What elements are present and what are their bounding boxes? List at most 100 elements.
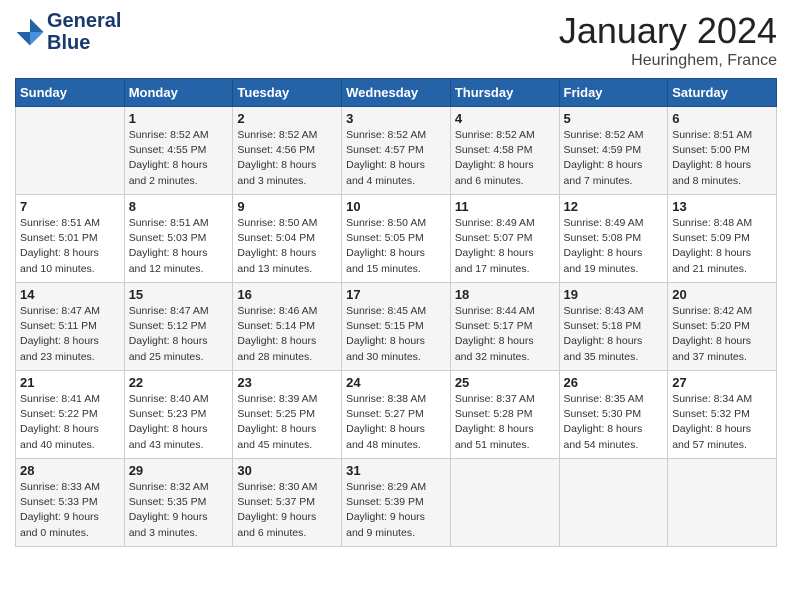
day-info: Sunrise: 8:47 AM Sunset: 5:12 PM Dayligh… xyxy=(129,304,229,365)
calendar-cell: 26 Sunrise: 8:35 AM Sunset: 5:30 PM Dayli… xyxy=(559,371,668,459)
calendar-cell xyxy=(16,107,125,195)
calendar-week-row: 28Sunrise: 8:33 AM Sunset: 5:33 PM Dayli… xyxy=(16,459,777,547)
day-number: 13 xyxy=(672,199,772,214)
calendar-cell: 17 Sunrise: 8:45 AM Sunset: 5:15 PM Dayli… xyxy=(342,283,451,371)
calendar-cell xyxy=(559,459,668,547)
day-info: Sunrise: 8:49 AM Sunset: 5:08 PM Dayligh… xyxy=(564,216,664,277)
day-info: Sunrise: 8:43 AM Sunset: 5:18 PM Dayligh… xyxy=(564,304,664,365)
calendar-cell: 5 Sunrise: 8:52 AM Sunset: 4:59 PM Daylig… xyxy=(559,107,668,195)
day-number: 2 xyxy=(237,111,337,126)
calendar-week-row: 1 Sunrise: 8:52 AM Sunset: 4:55 PM Daylig… xyxy=(16,107,777,195)
calendar-cell: 7Sunrise: 8:51 AM Sunset: 5:01 PM Daylig… xyxy=(16,195,125,283)
day-number: 14 xyxy=(20,287,120,302)
day-number: 22 xyxy=(129,375,229,390)
day-info: Sunrise: 8:48 AM Sunset: 5:09 PM Dayligh… xyxy=(672,216,772,277)
calendar-cell: 4 Sunrise: 8:52 AM Sunset: 4:58 PM Daylig… xyxy=(450,107,559,195)
day-info: Sunrise: 8:29 AM Sunset: 5:39 PM Dayligh… xyxy=(346,480,446,541)
day-number: 19 xyxy=(564,287,664,302)
logo-text: General Blue xyxy=(47,10,121,54)
day-number: 26 xyxy=(564,375,664,390)
day-number: 15 xyxy=(129,287,229,302)
day-number: 8 xyxy=(129,199,229,214)
day-number: 6 xyxy=(672,111,772,126)
calendar-cell: 31 Sunrise: 8:29 AM Sunset: 5:39 PM Dayli… xyxy=(342,459,451,547)
day-info: Sunrise: 8:38 AM Sunset: 5:27 PM Dayligh… xyxy=(346,392,446,453)
day-info: Sunrise: 8:44 AM Sunset: 5:17 PM Dayligh… xyxy=(455,304,555,365)
calendar-cell: 6Sunrise: 8:51 AM Sunset: 5:00 PM Daylig… xyxy=(668,107,777,195)
day-number: 20 xyxy=(672,287,772,302)
calendar-cell: 18 Sunrise: 8:44 AM Sunset: 5:17 PM Dayli… xyxy=(450,283,559,371)
month-title: January 2024 xyxy=(559,10,777,52)
day-info: Sunrise: 8:51 AM Sunset: 5:01 PM Dayligh… xyxy=(20,216,120,277)
calendar-week-row: 14 Sunrise: 8:47 AM Sunset: 5:11 PM Dayli… xyxy=(16,283,777,371)
day-number: 4 xyxy=(455,111,555,126)
day-info: Sunrise: 8:52 AM Sunset: 4:58 PM Dayligh… xyxy=(455,128,555,189)
day-info: Sunrise: 8:42 AM Sunset: 5:20 PM Dayligh… xyxy=(672,304,772,365)
calendar-cell: 24 Sunrise: 8:38 AM Sunset: 5:27 PM Dayli… xyxy=(342,371,451,459)
col-header-sunday: Sunday xyxy=(16,79,125,107)
day-info: Sunrise: 8:52 AM Sunset: 4:59 PM Dayligh… xyxy=(564,128,664,189)
day-number: 12 xyxy=(564,199,664,214)
calendar-cell: 19 Sunrise: 8:43 AM Sunset: 5:18 PM Dayli… xyxy=(559,283,668,371)
col-header-monday: Monday xyxy=(124,79,233,107)
calendar-cell: 12 Sunrise: 8:49 AM Sunset: 5:08 PM Dayli… xyxy=(559,195,668,283)
header: General Blue January 2024 Heuringhem, Fr… xyxy=(15,10,777,70)
day-info: Sunrise: 8:46 AM Sunset: 5:14 PM Dayligh… xyxy=(237,304,337,365)
day-info: Sunrise: 8:35 AM Sunset: 5:30 PM Dayligh… xyxy=(564,392,664,453)
calendar-cell: 28Sunrise: 8:33 AM Sunset: 5:33 PM Dayli… xyxy=(16,459,125,547)
calendar-cell: 30Sunrise: 8:30 AM Sunset: 5:37 PM Dayli… xyxy=(233,459,342,547)
day-number: 3 xyxy=(346,111,446,126)
calendar-cell: 1 Sunrise: 8:52 AM Sunset: 4:55 PM Daylig… xyxy=(124,107,233,195)
day-number: 23 xyxy=(237,375,337,390)
day-info: Sunrise: 8:32 AM Sunset: 5:35 PM Dayligh… xyxy=(129,480,229,541)
calendar-cell: 21Sunrise: 8:41 AM Sunset: 5:22 PM Dayli… xyxy=(16,371,125,459)
col-header-saturday: Saturday xyxy=(668,79,777,107)
day-info: Sunrise: 8:50 AM Sunset: 5:05 PM Dayligh… xyxy=(346,216,446,277)
day-number: 9 xyxy=(237,199,337,214)
day-number: 29 xyxy=(129,463,229,478)
day-info: Sunrise: 8:40 AM Sunset: 5:23 PM Dayligh… xyxy=(129,392,229,453)
calendar-cell: 22 Sunrise: 8:40 AM Sunset: 5:23 PM Dayli… xyxy=(124,371,233,459)
calendar-cell: 10 Sunrise: 8:50 AM Sunset: 5:05 PM Dayli… xyxy=(342,195,451,283)
day-info: Sunrise: 8:51 AM Sunset: 5:03 PM Dayligh… xyxy=(129,216,229,277)
day-info: Sunrise: 8:47 AM Sunset: 5:11 PM Dayligh… xyxy=(20,304,120,365)
day-info: Sunrise: 8:52 AM Sunset: 4:55 PM Dayligh… xyxy=(129,128,229,189)
day-info: Sunrise: 8:45 AM Sunset: 5:15 PM Dayligh… xyxy=(346,304,446,365)
col-header-friday: Friday xyxy=(559,79,668,107)
day-number: 1 xyxy=(129,111,229,126)
day-info: Sunrise: 8:33 AM Sunset: 5:33 PM Dayligh… xyxy=(20,480,120,541)
day-number: 31 xyxy=(346,463,446,478)
col-header-wednesday: Wednesday xyxy=(342,79,451,107)
logo-icon xyxy=(15,17,45,47)
day-number: 18 xyxy=(455,287,555,302)
calendar-table: SundayMondayTuesdayWednesdayThursdayFrid… xyxy=(15,78,777,547)
day-info: Sunrise: 8:41 AM Sunset: 5:22 PM Dayligh… xyxy=(20,392,120,453)
logo: General Blue xyxy=(15,10,121,54)
day-info: Sunrise: 8:52 AM Sunset: 4:56 PM Dayligh… xyxy=(237,128,337,189)
col-header-thursday: Thursday xyxy=(450,79,559,107)
calendar-cell: 27 Sunrise: 8:34 AM Sunset: 5:32 PM Dayli… xyxy=(668,371,777,459)
calendar-cell: 25Sunrise: 8:37 AM Sunset: 5:28 PM Dayli… xyxy=(450,371,559,459)
day-info: Sunrise: 8:50 AM Sunset: 5:04 PM Dayligh… xyxy=(237,216,337,277)
calendar-cell: 20 Sunrise: 8:42 AM Sunset: 5:20 PM Dayli… xyxy=(668,283,777,371)
day-number: 5 xyxy=(564,111,664,126)
calendar-cell: 29 Sunrise: 8:32 AM Sunset: 5:35 PM Dayli… xyxy=(124,459,233,547)
calendar-week-row: 21Sunrise: 8:41 AM Sunset: 5:22 PM Dayli… xyxy=(16,371,777,459)
day-number: 27 xyxy=(672,375,772,390)
day-info: Sunrise: 8:30 AM Sunset: 5:37 PM Dayligh… xyxy=(237,480,337,541)
day-info: Sunrise: 8:34 AM Sunset: 5:32 PM Dayligh… xyxy=(672,392,772,453)
calendar-cell: 14 Sunrise: 8:47 AM Sunset: 5:11 PM Dayli… xyxy=(16,283,125,371)
location-title: Heuringhem, France xyxy=(559,52,777,70)
day-info: Sunrise: 8:37 AM Sunset: 5:28 PM Dayligh… xyxy=(455,392,555,453)
day-number: 10 xyxy=(346,199,446,214)
calendar-cell xyxy=(668,459,777,547)
calendar-cell xyxy=(450,459,559,547)
calendar-cell: 15 Sunrise: 8:47 AM Sunset: 5:12 PM Dayli… xyxy=(124,283,233,371)
day-number: 17 xyxy=(346,287,446,302)
calendar-cell: 16Sunrise: 8:46 AM Sunset: 5:14 PM Dayli… xyxy=(233,283,342,371)
day-info: Sunrise: 8:49 AM Sunset: 5:07 PM Dayligh… xyxy=(455,216,555,277)
calendar-cell: 9 Sunrise: 8:50 AM Sunset: 5:04 PM Daylig… xyxy=(233,195,342,283)
calendar-week-row: 7Sunrise: 8:51 AM Sunset: 5:01 PM Daylig… xyxy=(16,195,777,283)
page-container: General Blue January 2024 Heuringhem, Fr… xyxy=(0,0,792,557)
day-number: 24 xyxy=(346,375,446,390)
